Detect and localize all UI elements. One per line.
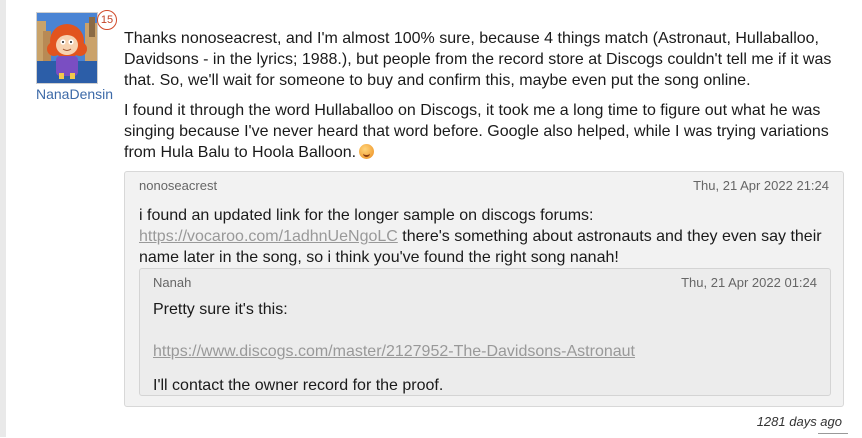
footer-divider xyxy=(818,433,848,438)
smiling-face-icon xyxy=(359,144,375,159)
post-paragraph-text: I found it through the word Hullaballoo … xyxy=(124,102,829,161)
post-count-badge: 15 xyxy=(97,10,117,30)
post-body: Thanks nonoseacrest, and I'm almost 100%… xyxy=(124,28,844,172)
quote-text-before: i found an updated link for the longer s… xyxy=(139,207,594,224)
quote-date: Thu, 21 Apr 2022 21:24 xyxy=(693,178,829,193)
quote-author[interactable]: nonoseacrest xyxy=(139,178,217,193)
avatar[interactable] xyxy=(36,12,98,84)
avatar-image xyxy=(37,13,97,83)
quoted-reply: nonoseacrest Thu, 21 Apr 2022 21:24 i fo… xyxy=(124,171,844,407)
nested-quote-header: Nanah Thu, 21 Apr 2022 01:24 xyxy=(153,275,817,290)
discogs-link[interactable]: https://www.discogs.com/master/2127952-T… xyxy=(153,343,635,360)
post-paragraph: I found it through the word Hullaballoo … xyxy=(124,100,844,163)
quote-header: nonoseacrest Thu, 21 Apr 2022 21:24 xyxy=(139,178,829,193)
nested-quote-author[interactable]: Nanah xyxy=(153,275,191,290)
left-border-strip xyxy=(0,0,6,437)
quote-text: i found an updated link for the longer s… xyxy=(139,205,829,268)
nested-quote-link-line: https://www.discogs.com/master/2127952-T… xyxy=(153,341,635,362)
post-age-timestamp: 1281 days ago xyxy=(756,414,842,429)
author-avatar-block[interactable]: 15 xyxy=(36,10,117,84)
nested-quote-date: Thu, 21 Apr 2022 01:24 xyxy=(681,275,817,290)
nested-quote: Nanah Thu, 21 Apr 2022 01:24 Pretty sure… xyxy=(139,268,831,396)
author-username[interactable]: NanaDensin xyxy=(36,86,113,102)
post-paragraph: Thanks nonoseacrest, and I'm almost 100%… xyxy=(124,30,832,89)
nested-quote-line: I'll contact the owner record for the pr… xyxy=(153,377,444,394)
nested-quote-line: Pretty sure it's this: xyxy=(153,301,288,318)
vocaroo-link[interactable]: https://vocaroo.com/1adhnUeNgoLC xyxy=(139,228,398,245)
